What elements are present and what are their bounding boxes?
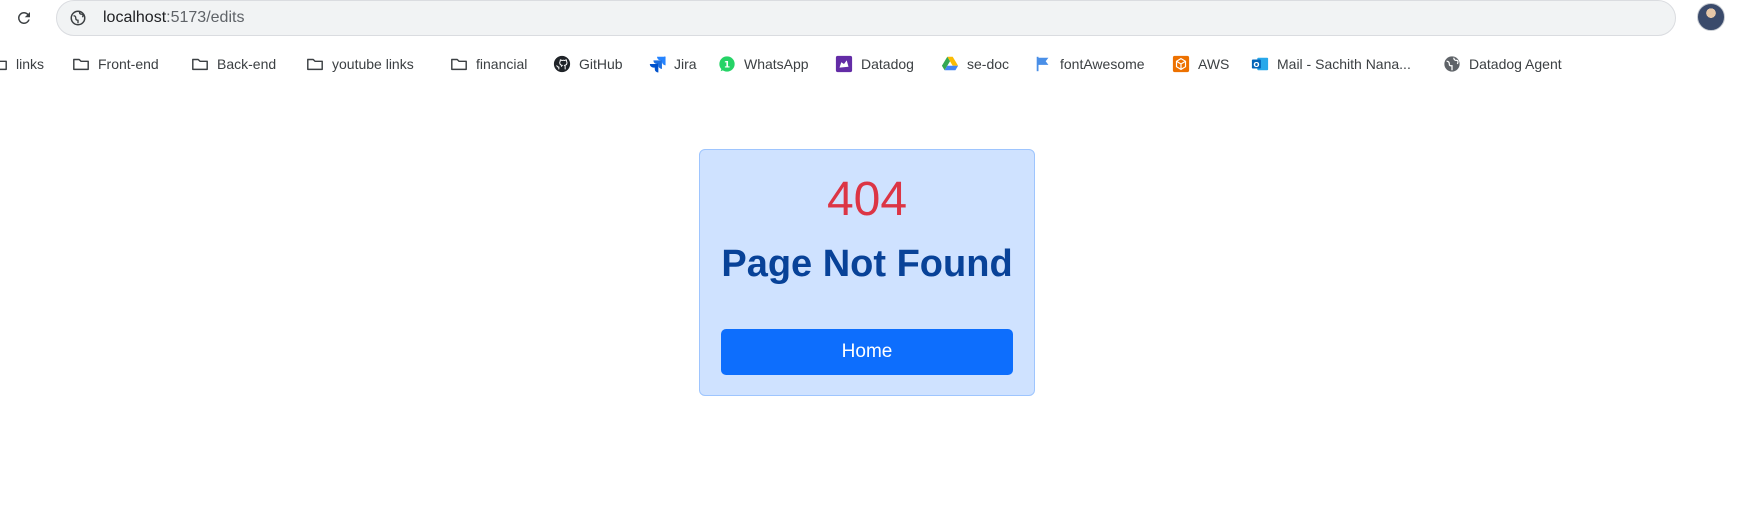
reload-button[interactable] bbox=[10, 4, 38, 32]
folder-icon bbox=[0, 55, 8, 73]
home-button[interactable]: Home bbox=[721, 329, 1013, 375]
bookmark-label: Jira bbox=[674, 56, 697, 72]
folder-icon bbox=[191, 55, 209, 73]
url-text[interactable]: localhost:5173/edits bbox=[103, 9, 244, 27]
reload-icon bbox=[17, 11, 30, 24]
aws-icon bbox=[1172, 55, 1190, 73]
bookmark-jira[interactable]: Jira bbox=[648, 50, 697, 78]
bookmark-aws[interactable]: AWS bbox=[1172, 50, 1229, 78]
site-info-icon[interactable] bbox=[69, 9, 87, 27]
profile-avatar[interactable] bbox=[1697, 3, 1725, 31]
bookmark-label: AWS bbox=[1198, 56, 1230, 72]
url-path: :5173/edits bbox=[166, 9, 245, 26]
bookmark-label: financial bbox=[476, 56, 528, 72]
bookmark-label: Mail - Sachith Nana... bbox=[1277, 56, 1411, 72]
google-drive-icon bbox=[941, 55, 959, 73]
bookmark-folder-back-end[interactable]: Back-end bbox=[191, 50, 276, 78]
bookmark-label: WhatsApp bbox=[744, 56, 809, 72]
bookmark-label: fontAwesome bbox=[1060, 56, 1145, 72]
bookmark-folder-youtube-links[interactable]: youtube links bbox=[306, 50, 414, 78]
bookmark-label: Datadog Agent bbox=[1469, 56, 1562, 72]
bookmark-github[interactable]: GitHub bbox=[553, 50, 623, 78]
bookmark-label: youtube links bbox=[332, 56, 414, 72]
bookmark-datadog[interactable]: Datadog bbox=[835, 50, 914, 78]
svg-text:1: 1 bbox=[724, 61, 730, 71]
folder-icon bbox=[450, 55, 468, 73]
url-host: localhost bbox=[103, 9, 167, 26]
error-code: 404 bbox=[826, 173, 908, 226]
bookmark-mail-outlook[interactable]: O Mail - Sachith Nana... bbox=[1251, 50, 1411, 78]
page-title: Page Not Found bbox=[721, 243, 1013, 285]
bookmark-folder-financial[interactable]: financial bbox=[450, 50, 527, 78]
jira-icon bbox=[648, 55, 666, 73]
svg-text:O: O bbox=[1253, 60, 1259, 69]
whatsapp-icon: 1 bbox=[718, 55, 736, 73]
bookmark-label: se-doc bbox=[967, 56, 1010, 72]
address-bar[interactable]: localhost:5173/edits bbox=[56, 0, 1676, 36]
globe-icon bbox=[1443, 55, 1461, 73]
bookmark-folder-front-end[interactable]: Front-end bbox=[72, 50, 159, 78]
bookmark-folder-links[interactable]: links bbox=[0, 50, 44, 78]
bookmark-label: links bbox=[16, 56, 45, 72]
bookmark-label: GitHub bbox=[579, 56, 623, 72]
bookmark-label: Datadog bbox=[861, 56, 914, 72]
bookmark-label: Front-end bbox=[98, 56, 159, 72]
bookmark-fontawesome[interactable]: fontAwesome bbox=[1034, 50, 1145, 78]
github-icon bbox=[553, 55, 571, 73]
bookmarks-bar: links Front-end Back-end youtube links f… bbox=[0, 50, 1737, 78]
not-found-card: 404 Page Not Found Home bbox=[699, 149, 1035, 396]
flag-icon bbox=[1034, 55, 1052, 73]
bookmark-whatsapp[interactable]: 1 WhatsApp bbox=[718, 50, 809, 78]
bookmark-label: Back-end bbox=[217, 56, 277, 72]
outlook-icon: O bbox=[1251, 55, 1269, 73]
folder-icon bbox=[306, 55, 324, 73]
folder-icon bbox=[72, 55, 90, 73]
bookmark-se-doc[interactable]: se-doc bbox=[941, 50, 1009, 78]
bookmark-datadog-agent[interactable]: Datadog Agent bbox=[1443, 50, 1562, 78]
datadog-icon bbox=[835, 55, 853, 73]
browser-toolbar: localhost:5173/edits bbox=[0, 0, 1737, 36]
